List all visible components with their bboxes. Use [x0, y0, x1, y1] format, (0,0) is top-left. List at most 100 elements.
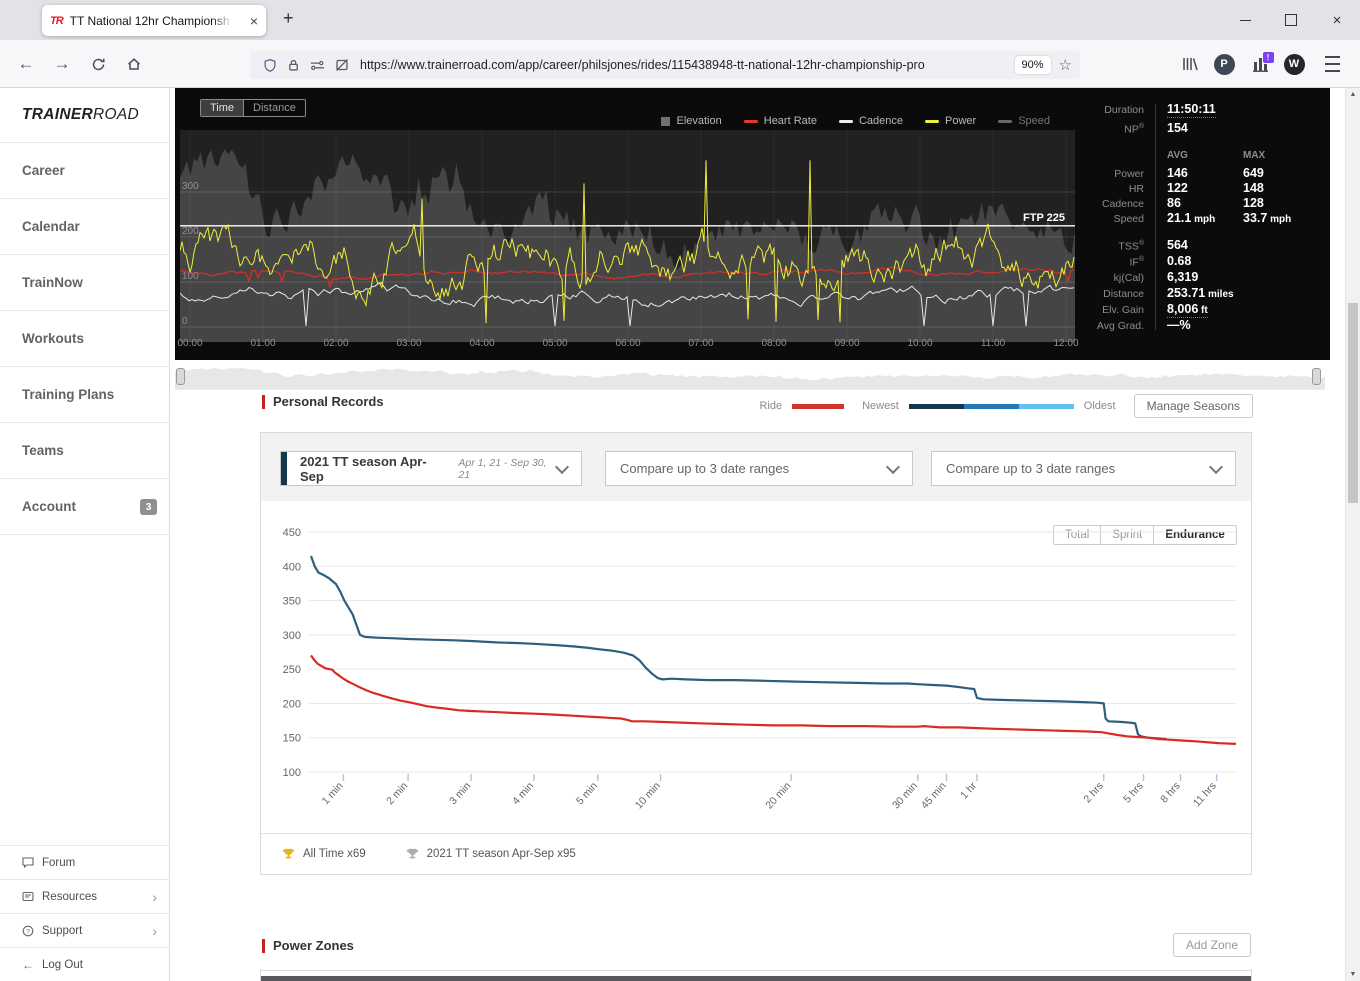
sidebar-item-trainnow[interactable]: TrainNow	[0, 255, 169, 311]
trainerroad-logo[interactable]: TRAINER ROAD	[0, 88, 169, 143]
season-trophies[interactable]: 2021 TT season Apr-Sep x95	[406, 848, 576, 861]
legend-cadence[interactable]: Cadence	[838, 115, 903, 127]
svg-text:200: 200	[283, 698, 301, 710]
ride-x-tick: 04:00	[469, 338, 495, 349]
ride-chart-plot[interactable]	[180, 130, 1075, 342]
season-select[interactable]: 2021 TT season Apr-Sep Apr 1, 21 - Sep 3…	[280, 451, 582, 486]
ride-chart-minimap[interactable]	[175, 363, 1325, 390]
ride-chart-x-axis: 00:00 01:00 02:00 03:00 04:00 05:00 06:00 07:00…	[177, 338, 1078, 352]
w-extension-avatar[interactable]: W	[1282, 51, 1306, 77]
ride-y-tick: 300	[182, 181, 199, 192]
forum-icon	[22, 857, 34, 868]
svg-text:450: 450	[283, 527, 301, 539]
scroll-down-icon[interactable]: ▼	[1346, 971, 1360, 978]
legend-elevation[interactable]: Elevation	[661, 115, 722, 127]
sidebar-item-career[interactable]: Career	[0, 143, 169, 199]
ride-y-tick: 0	[182, 316, 188, 327]
autoplay-blocked-icon[interactable]	[335, 58, 349, 72]
cadence-marker	[838, 119, 853, 123]
svg-text:10 min: 10 min	[633, 780, 663, 812]
extension-icon[interactable]: !	[1248, 51, 1274, 77]
tracking-protection-shield-icon[interactable]	[263, 58, 277, 73]
forward-icon[interactable]: →	[50, 52, 74, 76]
home-icon[interactable]	[122, 52, 146, 76]
scroll-up-icon[interactable]: ▲	[1346, 91, 1360, 98]
sidebar-item-calendar[interactable]: Calendar	[0, 199, 169, 255]
stat-value: 11:50:11	[1167, 102, 1216, 118]
minimap-left-handle[interactable]	[176, 368, 185, 385]
sidebar-item-workouts[interactable]: Workouts	[0, 311, 169, 367]
add-zone-button[interactable]: Add Zone	[1172, 933, 1251, 957]
bookmark-star-icon[interactable]: ☆	[1059, 56, 1072, 74]
lock-icon[interactable]	[287, 58, 300, 72]
sidebar-item-teams[interactable]: Teams	[0, 423, 169, 479]
url-text: https://www.trainerroad.com/app/career/p…	[360, 58, 925, 72]
minimap-right-handle[interactable]	[1312, 368, 1321, 385]
vertical-scrollbar[interactable]: ▲ ▼	[1345, 88, 1360, 981]
newest-label: Newest	[862, 400, 899, 412]
ride-x-tick: 00:00	[177, 338, 203, 349]
new-tab-button[interactable]: +	[283, 8, 294, 29]
manage-seasons-button[interactable]: Manage Seasons	[1133, 394, 1253, 418]
toggle-distance[interactable]: Distance	[243, 100, 305, 116]
legend-speed[interactable]: Speed	[998, 115, 1050, 127]
ride-x-tick: 11:00	[980, 338, 1006, 349]
stat-value: 6,319	[1167, 270, 1199, 284]
window-close-button[interactable]: ×	[1314, 0, 1360, 40]
stat-label: Elv. Gain	[1102, 304, 1144, 316]
season-date-range: Apr 1, 21 - Sep 30, 21	[458, 456, 547, 481]
ride-y-tick: 100	[182, 271, 199, 282]
svg-text:1 min: 1 min	[320, 780, 346, 807]
chevron-right-icon: ›	[152, 922, 157, 939]
compare-select-1[interactable]: Compare up to 3 date ranges	[605, 451, 913, 486]
logout-icon: ←	[22, 957, 34, 972]
toggle-time[interactable]: Time	[201, 100, 244, 116]
season-name: 2021 TT season Apr-Sep	[300, 453, 427, 484]
profile-avatar[interactable]: P	[1212, 51, 1236, 77]
legend-heart-rate[interactable]: Heart Rate	[743, 115, 817, 127]
sidebar-footer-forum[interactable]: Forum	[0, 845, 169, 879]
sidebar-footer-resources[interactable]: Resources ›	[0, 879, 169, 913]
svg-text:100: 100	[283, 767, 301, 779]
pr-power-curve-chart[interactable]: 450 400 350 300 250 200 150 100 1 min 2 …	[271, 518, 1246, 833]
stat-value: 564	[1167, 238, 1188, 252]
sidebar-footer-support[interactable]: ? Support ›	[0, 913, 169, 947]
all-time-trophies[interactable]: All Time x69	[282, 848, 366, 861]
compare-select-2[interactable]: Compare up to 3 date ranges	[931, 451, 1236, 486]
browser-window: TR TT National 12hr Championship, × + × …	[0, 0, 1360, 981]
stats-divider	[1155, 104, 1156, 330]
ride-x-tick: 12:00	[1053, 338, 1079, 349]
tab-title: TT National 12hr Championship,	[69, 13, 230, 28]
back-icon[interactable]: ←	[14, 52, 38, 76]
reload-icon[interactable]	[86, 52, 110, 76]
svg-text:350: 350	[283, 596, 301, 608]
legend-power[interactable]: Power	[925, 115, 976, 127]
ride-y-tick: 200	[182, 226, 199, 237]
window-maximize-button[interactable]	[1268, 0, 1314, 40]
sidebar-item-training-plans[interactable]: Training Plans	[0, 367, 169, 423]
stat-avg: 146	[1167, 166, 1188, 180]
permissions-icon[interactable]	[310, 59, 325, 71]
svg-text:400: 400	[283, 561, 301, 573]
window-minimize-button[interactable]	[1222, 0, 1268, 40]
tab-close-icon[interactable]: ×	[250, 13, 258, 29]
svg-text:1 hr: 1 hr	[958, 780, 979, 802]
personal-records-title: Personal Records	[273, 394, 384, 409]
stat-value: 0.68	[1167, 254, 1192, 268]
scrollbar-thumb[interactable]	[1348, 303, 1358, 503]
ride-x-tick: 10:00	[907, 338, 933, 349]
svg-text:45 min: 45 min	[919, 780, 949, 812]
sidebar-footer-log-out[interactable]: ← Log Out	[0, 947, 169, 981]
section-accent-bar	[262, 394, 265, 409]
ride-x-tick: 01:00	[250, 338, 276, 349]
svg-text:5 hrs: 5 hrs	[1121, 780, 1146, 805]
stat-max: 649	[1243, 166, 1264, 180]
library-icon[interactable]	[1178, 51, 1202, 77]
support-icon: ?	[22, 925, 34, 937]
menu-hamburger-icon[interactable]	[1320, 51, 1344, 77]
oldest-label: Oldest	[1083, 400, 1116, 412]
browser-tab[interactable]: TR TT National 12hr Championship, ×	[42, 5, 266, 36]
url-bar[interactable]: https://www.trainerroad.com/app/career/p…	[250, 51, 1080, 79]
sidebar-item-account[interactable]: Account 3	[0, 479, 169, 535]
zoom-level-badge[interactable]: 90%	[1014, 56, 1051, 74]
